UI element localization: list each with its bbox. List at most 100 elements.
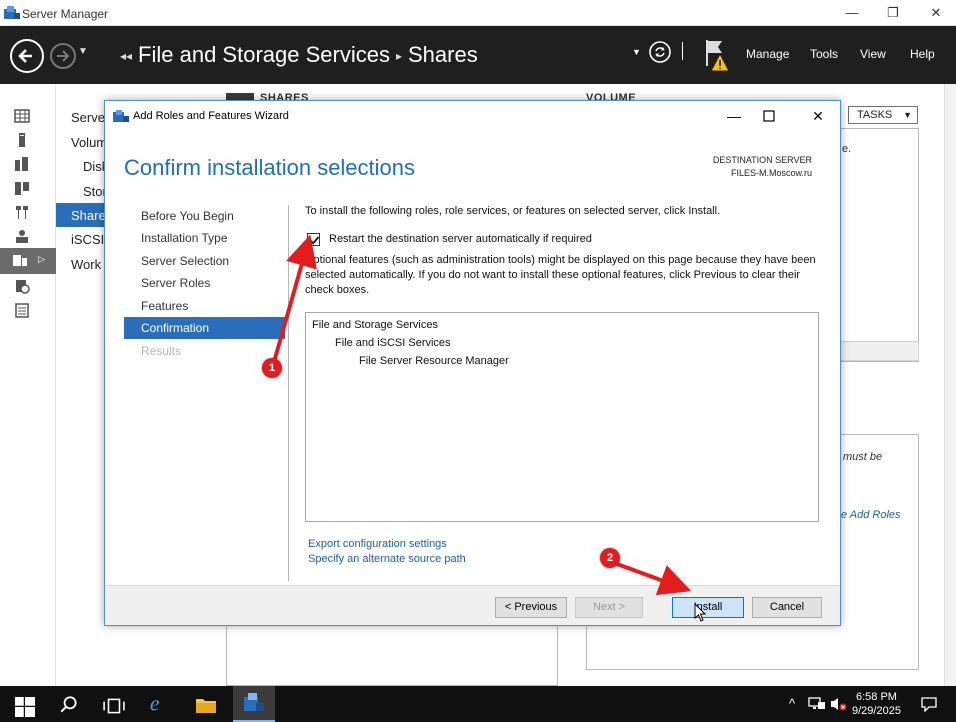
- print-services-icon[interactable]: [14, 302, 30, 318]
- minimize-button[interactable]: —: [837, 3, 867, 23]
- volume-pane-footer: [840, 341, 919, 361]
- all-servers-icon[interactable]: [14, 156, 30, 172]
- rail-active-highlight: [0, 248, 56, 274]
- volume-pane-text: e.: [842, 143, 852, 155]
- app-title: Server Manager: [22, 7, 109, 21]
- subnav-storage-pools[interactable]: Storage Pools: [83, 184, 104, 199]
- local-server-icon[interactable]: [14, 132, 30, 148]
- close-button[interactable]: ✕: [921, 3, 951, 23]
- annotation-marker-2: 2: [600, 548, 620, 568]
- tasks-label: TASKS: [857, 109, 893, 121]
- step-confirmation[interactable]: Confirmation: [124, 317, 285, 339]
- step-server-roles[interactable]: Server Roles: [124, 272, 285, 294]
- optional-features-note: Optional features (such as administratio…: [305, 254, 816, 296]
- step-installation-type[interactable]: Installation Type: [124, 227, 285, 249]
- cancel-button[interactable]: Cancel: [752, 597, 822, 618]
- ad-ds-icon[interactable]: [14, 180, 30, 196]
- action-center-icon[interactable]: [920, 696, 938, 712]
- wizard-title: Add Roles and Features Wizard: [133, 110, 289, 122]
- back-button[interactable]: [10, 39, 44, 73]
- menu-help[interactable]: Help: [910, 47, 935, 61]
- system-clock[interactable]: 6:58 PM 9/29/2025: [852, 690, 901, 718]
- wizard-titlebar: Add Roles and Features Wizard — ✕: [105, 101, 840, 131]
- server-manager-header: ▼ ◂◂ File and Storage Services ▸ Shares ▼ M…: [0, 26, 956, 84]
- clock-time: 6:58 PM: [855, 691, 897, 703]
- wizard-footer: < Previous Next > Install Cancel: [105, 585, 840, 625]
- wizard-close-button[interactable]: ✕: [805, 107, 831, 125]
- taskbar-active-app[interactable]: [233, 686, 275, 722]
- task-view-icon[interactable]: [103, 696, 125, 716]
- clock-date: 9/29/2025: [852, 705, 901, 717]
- back-arrow-icon: [18, 49, 32, 63]
- subnav-disks[interactable]: Disks: [83, 159, 104, 174]
- notifications-flag-icon[interactable]: [704, 38, 734, 74]
- subnav-iscsi[interactable]: iSCSI: [71, 232, 104, 247]
- subnav-servers[interactable]: Servers: [71, 110, 104, 125]
- menu-manage[interactable]: Manage: [746, 47, 789, 61]
- shares-pane-bottom: [226, 620, 558, 686]
- breadcrumb-separator-icon: ▸: [395, 49, 402, 64]
- wizard-maximize-button[interactable]: [762, 109, 776, 123]
- next-button: Next >: [575, 597, 643, 618]
- annotation-marker-1: 1: [262, 358, 282, 378]
- feature-item: File and iSCSI Services: [335, 337, 451, 349]
- features-list: File and Storage Services File and iSCSI…: [305, 312, 819, 522]
- main-scrollbar[interactable]: [944, 84, 956, 686]
- menu-view[interactable]: View: [860, 47, 886, 61]
- wizard-app-icon: [113, 110, 129, 122]
- history-dropdown-icon[interactable]: ▼: [78, 46, 88, 57]
- server-manager-app-icon: [4, 6, 20, 19]
- start-windows-icon[interactable]: [14, 697, 36, 717]
- breadcrumb: ◂◂ File and Storage Services ▸ Shares: [120, 42, 478, 68]
- checkmark-icon: [309, 236, 320, 245]
- wizard-minimize-button[interactable]: —: [721, 107, 747, 125]
- subnav-work-folders[interactable]: Work Folders: [71, 257, 104, 272]
- svg-text:e: e: [150, 693, 160, 713]
- users-icon[interactable]: [14, 228, 30, 244]
- step-server-selection[interactable]: Server Selection: [124, 250, 285, 272]
- quota-add-roles-link[interactable]: e Add Roles: [841, 509, 901, 521]
- intro-text: To install the following roles, role ser…: [305, 205, 721, 217]
- forward-button[interactable]: [50, 43, 76, 69]
- mouse-cursor-icon: [694, 603, 707, 622]
- step-results: Results: [141, 344, 182, 358]
- search-icon[interactable]: [58, 695, 80, 715]
- quota-pane-text: must be: [843, 451, 883, 463]
- file-services-small-icon[interactable]: [14, 204, 30, 220]
- menu-tools[interactable]: Tools: [810, 47, 838, 61]
- restart-option[interactable]: Restart the destination server automatic…: [305, 231, 805, 249]
- tray-show-hidden-icon[interactable]: ^: [789, 696, 795, 711]
- volume-muted-tray-icon[interactable]: [830, 696, 848, 712]
- add-roles-features-wizard: Add Roles and Features Wizard — ✕ Confir…: [104, 100, 841, 626]
- file-explorer-icon[interactable]: [195, 695, 217, 715]
- internet-explorer-icon[interactable]: e: [148, 693, 170, 713]
- file-storage-services-icon[interactable]: [12, 252, 28, 268]
- alternate-source-link[interactable]: Specify an alternate source path: [308, 553, 466, 565]
- export-config-link[interactable]: Export configuration settings: [308, 538, 447, 550]
- breadcrumb-prefix-icon: ◂◂: [120, 49, 133, 64]
- iis-icon[interactable]: [14, 278, 30, 294]
- step-before-you-begin[interactable]: Before You Begin: [124, 205, 285, 227]
- subnav-shares[interactable]: Shares: [71, 208, 104, 223]
- wizard-heading: Confirm installation selections: [124, 155, 416, 180]
- dashboard-icon[interactable]: [14, 108, 30, 124]
- server-manager-taskbar-icon: [244, 693, 264, 711]
- destination-server-label: DESTINATION SERVER: [712, 155, 812, 165]
- previous-button[interactable]: < Previous: [495, 597, 567, 618]
- refresh-icon[interactable]: [648, 40, 672, 64]
- destination-server-name: FILES-M.Moscow.ru: [730, 168, 812, 178]
- install-button[interactable]: Install: [672, 597, 744, 618]
- refresh-dropdown-icon[interactable]: ▼: [632, 47, 641, 57]
- restore-button[interactable]: ❐: [878, 3, 908, 23]
- expand-arrow-icon[interactable]: ▷: [38, 254, 45, 265]
- breadcrumb-section[interactable]: File and Storage Services: [138, 42, 390, 67]
- tasks-dropdown-icon: ▼: [903, 110, 912, 120]
- tasks-dropdown[interactable]: TASKS ▼: [848, 106, 918, 124]
- restart-checkbox-label[interactable]: Restart the destination server automatic…: [329, 233, 592, 245]
- network-tray-icon[interactable]: [808, 696, 826, 712]
- step-features[interactable]: Features: [124, 295, 285, 317]
- navigation-rail: ▷: [0, 84, 56, 686]
- breadcrumb-page: Shares: [407, 42, 478, 67]
- subnav-volumes[interactable]: Volumes: [71, 135, 104, 150]
- restart-checkbox[interactable]: [307, 233, 320, 246]
